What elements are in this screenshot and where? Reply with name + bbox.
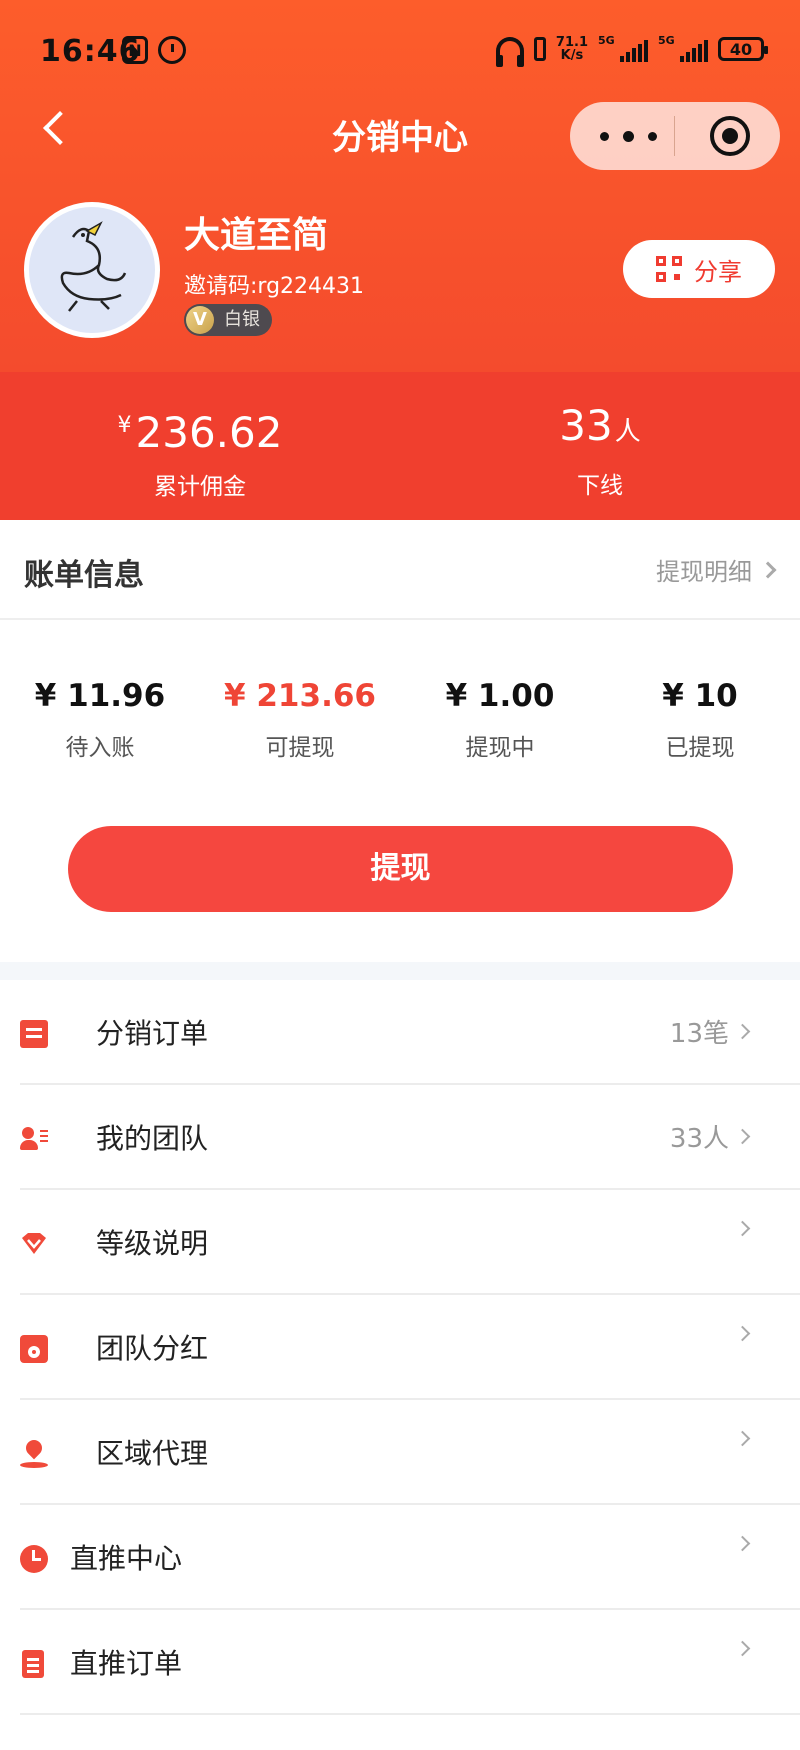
available-amount: ¥ 213.66 可提现 bbox=[200, 678, 400, 762]
menu-value-text: 33人 bbox=[669, 1124, 729, 1154]
menu-label: 我的团队 bbox=[96, 1122, 209, 1155]
chevron-right-icon bbox=[734, 1640, 751, 1657]
withdraw-detail-link[interactable]: 提现明细 bbox=[656, 552, 777, 587]
menu-value-text: 13笔 bbox=[669, 1019, 729, 1049]
bill-title: 账单信息 bbox=[24, 558, 144, 593]
stats-band: ¥236.62 累计佣金 33人 下线 bbox=[0, 372, 800, 520]
commission-currency: ¥ bbox=[117, 413, 132, 438]
network-speed: 71.1 K/s bbox=[556, 36, 588, 62]
level-name: 白银 bbox=[224, 309, 260, 330]
document-icon bbox=[20, 1020, 48, 1048]
menu-label: 直推订单 bbox=[70, 1647, 183, 1680]
menu-label: 直推中心 bbox=[70, 1542, 183, 1575]
pending-amount: ¥ 11.96 待入账 bbox=[0, 678, 200, 762]
signal-1-icon: 5G bbox=[598, 34, 648, 62]
menu-item-my-team[interactable]: 我的团队 33人 bbox=[20, 1085, 800, 1190]
level-badge: V 白银 bbox=[184, 304, 272, 336]
downline-stat[interactable]: 33人 下线 bbox=[500, 400, 700, 500]
network-speed-unit: K/s bbox=[560, 48, 584, 63]
chevron-right-icon bbox=[734, 1023, 751, 1040]
menu-label: 分销订单 bbox=[96, 1017, 209, 1050]
chevron-right-icon bbox=[734, 1325, 751, 1342]
available-value: ¥ 213.66 bbox=[224, 678, 376, 714]
bill-header: 账单信息 提现明细 bbox=[0, 520, 800, 620]
chevron-right-icon bbox=[759, 561, 777, 578]
chevron-right-icon bbox=[734, 1220, 751, 1237]
phone-icon bbox=[533, 37, 546, 61]
signal-2-icon: 5G bbox=[658, 34, 708, 62]
pending-value: ¥ 11.96 bbox=[34, 678, 166, 714]
menu-label: 等级说明 bbox=[96, 1227, 209, 1260]
menu-value bbox=[729, 1430, 751, 1447]
clock-icon bbox=[20, 1545, 48, 1573]
share-button[interactable]: 分享 bbox=[623, 240, 775, 298]
sim2-label: 5G bbox=[658, 34, 675, 47]
menu-value bbox=[729, 1535, 751, 1552]
battery-icon: 40 bbox=[718, 37, 768, 61]
withdrawn-amount: ¥ 10 已提现 bbox=[600, 678, 800, 762]
withdraw-button[interactable]: 提现 bbox=[68, 826, 733, 912]
menu-label: 团队分红 bbox=[96, 1332, 209, 1365]
menu-value: 33人 bbox=[669, 1118, 751, 1155]
sim1-label: 5G bbox=[598, 34, 615, 47]
user-name: 大道至简 bbox=[184, 215, 329, 256]
order-list-icon bbox=[22, 1650, 44, 1678]
team-icon bbox=[20, 1125, 48, 1153]
menu-label: 区域代理 bbox=[96, 1437, 209, 1470]
more-menu-button[interactable] bbox=[600, 124, 670, 148]
downline-unit: 人 bbox=[614, 417, 641, 447]
bonus-icon bbox=[20, 1335, 48, 1363]
chevron-right-icon bbox=[734, 1128, 751, 1145]
downline-value: 33 bbox=[559, 401, 613, 450]
vip-icon: V bbox=[186, 306, 214, 334]
alarm-icon bbox=[158, 36, 186, 64]
withdrawn-value: ¥ 10 bbox=[662, 678, 738, 714]
commission-value: 236.62 bbox=[135, 408, 283, 457]
invite-code: 邀请码:rg224431 bbox=[184, 274, 365, 299]
downline-label: 下线 bbox=[577, 473, 623, 499]
status-right: 71.1 K/s 5G 5G 40 bbox=[495, 34, 768, 67]
commission-stat[interactable]: ¥236.62 累计佣金 bbox=[100, 400, 300, 501]
chevron-right-icon bbox=[734, 1430, 751, 1447]
withdraw-detail-label: 提现明细 bbox=[656, 558, 752, 586]
menu-item-regional-agent[interactable]: 区域代理 bbox=[20, 1400, 800, 1505]
close-mini-program-button[interactable] bbox=[710, 116, 750, 156]
menu-value: 13笔 bbox=[669, 1013, 751, 1050]
avatar-illustration-icon bbox=[60, 221, 127, 312]
processing-value: ¥ 1.00 bbox=[445, 678, 555, 714]
qr-code-icon bbox=[656, 256, 682, 282]
share-label: 分享 bbox=[694, 257, 742, 286]
pending-label: 待入账 bbox=[65, 735, 135, 761]
location-icon bbox=[20, 1440, 48, 1468]
menu-item-direct-center[interactable]: 直推中心 bbox=[20, 1505, 800, 1610]
menu-item-team-bonus[interactable]: 团队分红 bbox=[20, 1295, 800, 1400]
menu-value bbox=[729, 1325, 751, 1342]
avatar[interactable] bbox=[24, 202, 160, 338]
diamond-icon bbox=[20, 1230, 48, 1258]
withdrawn-label: 已提现 bbox=[665, 735, 735, 761]
downline-count: 33人 bbox=[500, 400, 700, 458]
available-label: 可提现 bbox=[265, 735, 335, 761]
menu-value bbox=[729, 1640, 751, 1657]
processing-amount: ¥ 1.00 提现中 bbox=[400, 678, 600, 762]
menu-item-distribution-orders[interactable]: 分销订单 13笔 bbox=[20, 980, 800, 1085]
headphones-icon bbox=[495, 37, 524, 67]
menu-value bbox=[729, 1220, 751, 1237]
menu-item-direct-orders[interactable]: 直推订单 bbox=[20, 1610, 800, 1715]
mini-program-capsule bbox=[570, 102, 780, 170]
commission-amount: ¥236.62 bbox=[100, 400, 300, 459]
section-divider bbox=[0, 962, 800, 980]
chevron-right-icon bbox=[734, 1535, 751, 1552]
nfc-icon: N bbox=[122, 36, 148, 64]
processing-label: 提现中 bbox=[465, 735, 535, 761]
commission-label: 累计佣金 bbox=[154, 474, 246, 500]
capsule-divider bbox=[674, 116, 675, 156]
battery-level: 40 bbox=[729, 39, 753, 59]
status-bar: 16:46 N 71.1 K/s 5G 5G 40 bbox=[0, 0, 800, 100]
menu-item-level-info[interactable]: 等级说明 bbox=[20, 1190, 800, 1295]
